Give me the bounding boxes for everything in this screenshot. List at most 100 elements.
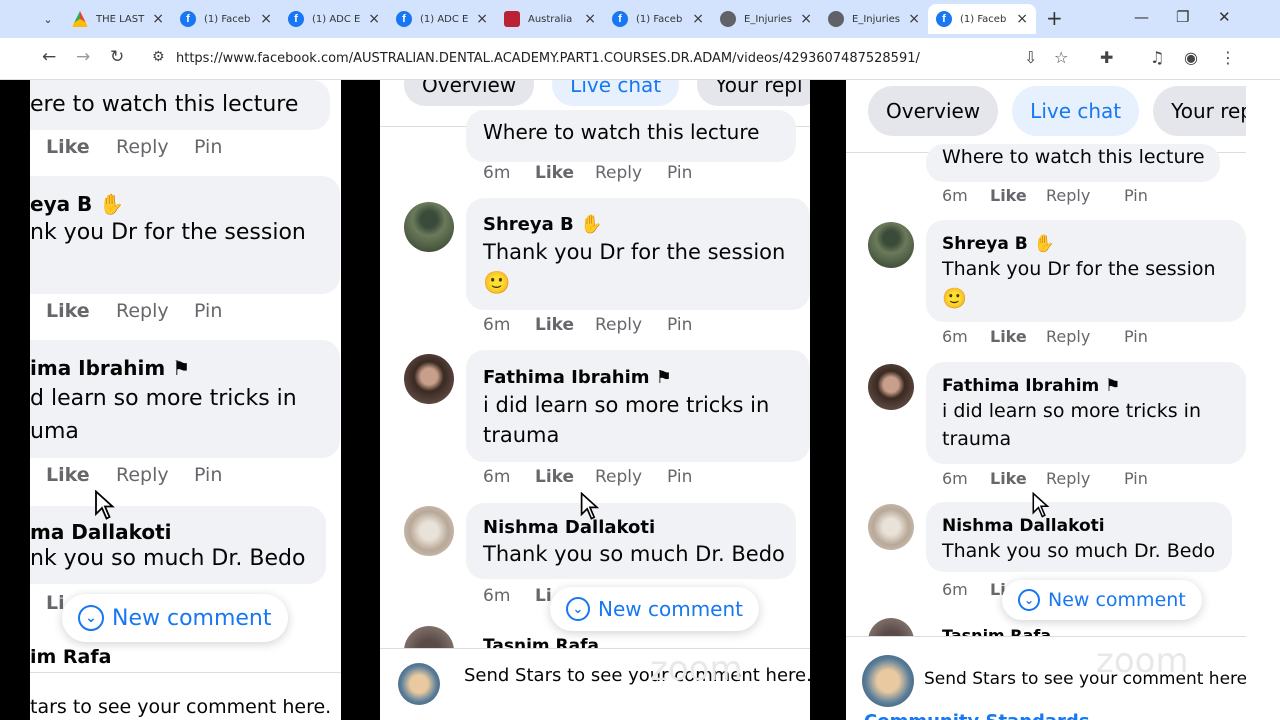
like-button[interactable]: Like <box>535 315 595 335</box>
menu-icon[interactable]: ⋮ <box>1220 48 1236 67</box>
avatar[interactable] <box>868 364 914 410</box>
new-comment-button[interactable]: ⌄ New comment <box>62 594 288 642</box>
close-tab-icon[interactable]: × <box>1016 11 1028 27</box>
browser-tab[interactable]: f (1) Faceb × <box>172 4 280 34</box>
like-button[interactable]: Like <box>990 186 1046 205</box>
close-tab-icon[interactable]: × <box>908 11 920 27</box>
close-window-icon[interactable]: ✕ <box>1218 8 1231 26</box>
wave-icon: ✋ <box>580 214 603 235</box>
commenter-name: ima Ibrahim ⚑ <box>30 356 191 380</box>
back-icon[interactable]: ← <box>42 47 56 67</box>
commenter-name: ma Dallakoti <box>30 520 172 544</box>
pin-button[interactable]: Pin <box>667 163 692 183</box>
comment-time: 6m <box>942 469 968 488</box>
community-standards-link[interactable]: Community Standards <box>864 711 1090 720</box>
new-tab-button[interactable]: + <box>1046 6 1063 30</box>
reload-icon[interactable]: ↻ <box>110 47 124 67</box>
pin-button[interactable]: Pin <box>1124 186 1148 205</box>
reply-button[interactable]: Reply <box>1046 469 1124 488</box>
reply-button[interactable]: Reply <box>116 300 194 322</box>
tab-live-chat[interactable]: Live chat <box>552 80 680 106</box>
tab-search-dropdown-icon[interactable]: ⌄ <box>37 8 59 30</box>
reply-button[interactable]: Reply <box>116 464 194 486</box>
commenter-name[interactable]: Shreya B ✋ <box>942 234 1055 254</box>
reply-button[interactable]: Reply <box>595 315 667 335</box>
profile-icon[interactable]: ◉ <box>1184 48 1198 67</box>
new-comment-button[interactable]: ⌄ New comment <box>1002 580 1202 620</box>
tab-your-replies[interactable]: Your repl <box>697 80 810 106</box>
close-tab-icon[interactable]: × <box>692 11 704 27</box>
close-tab-icon[interactable]: × <box>152 11 164 27</box>
install-app-icon[interactable]: ⇩ <box>1024 48 1037 67</box>
browser-tab[interactable]: f (1) Faceb × <box>604 4 712 34</box>
site-info-icon[interactable]: ⚙ <box>152 49 165 65</box>
like-button[interactable]: Like <box>535 163 595 183</box>
browser-tab[interactable]: E_Injuries × <box>820 4 928 34</box>
browser-tab[interactable]: E_Injuries × <box>712 4 820 34</box>
google-drive-icon <box>72 11 88 27</box>
pin-button[interactable]: Pin <box>667 467 692 487</box>
avatar[interactable] <box>404 506 454 556</box>
close-tab-icon[interactable]: × <box>260 11 272 27</box>
comment-text: ere to watch this lecture <box>30 92 299 117</box>
browser-tab[interactable]: f (1) ADC E × <box>388 4 496 34</box>
close-tab-icon[interactable]: × <box>368 11 380 27</box>
pin-button[interactable]: Pin <box>1124 327 1148 346</box>
like-button[interactable]: Like <box>46 464 116 486</box>
like-button[interactable]: Like <box>535 467 595 487</box>
like-button[interactable]: Like <box>990 327 1046 346</box>
pin-button[interactable]: Pin <box>667 315 692 335</box>
like-button[interactable]: Li <box>46 592 65 614</box>
browser-tab[interactable]: Australia × <box>496 4 604 34</box>
comment-text: trauma <box>483 423 560 447</box>
pin-button[interactable]: Pin <box>194 464 222 486</box>
browser-tab[interactable]: f (1) Faceb × <box>928 4 1036 34</box>
close-tab-icon[interactable]: × <box>476 11 488 27</box>
chat-panel-middle: Overview Live chat Your repl Where to wa… <box>380 80 810 720</box>
restore-icon[interactable]: ❐ <box>1176 8 1189 26</box>
reply-button[interactable]: Reply <box>1046 327 1124 346</box>
reply-button[interactable]: Reply <box>595 467 667 487</box>
commenter-name[interactable]: Nishma Dallakoti <box>483 517 655 538</box>
browser-tab[interactable]: THE LAST × <box>64 4 172 34</box>
forward-icon[interactable]: → <box>76 47 90 67</box>
tab-your-replies[interactable]: Your repl <box>1153 86 1246 136</box>
reply-button[interactable]: Reply <box>1046 186 1124 205</box>
like-button[interactable]: Like <box>990 469 1046 488</box>
bookmark-star-icon[interactable]: ☆ <box>1054 48 1068 67</box>
commenter-name[interactable]: Nishma Dallakoti <box>942 516 1105 536</box>
tab-overview[interactable]: Overview <box>868 86 999 136</box>
close-tab-icon[interactable]: × <box>800 11 812 27</box>
comment-actions: Like Reply Pin <box>46 464 222 486</box>
comment-actions: 6m Li <box>942 580 1006 599</box>
pin-button[interactable]: Pin <box>194 300 222 322</box>
tab-overview[interactable]: Overview <box>404 80 535 106</box>
extensions-icon[interactable]: ✚ <box>1100 48 1113 67</box>
avatar[interactable] <box>404 202 454 252</box>
avatar[interactable] <box>404 354 454 404</box>
commenter-name[interactable]: Shreya B ✋ <box>483 214 602 235</box>
pin-button[interactable]: Pin <box>194 136 222 158</box>
like-button[interactable]: Like <box>46 300 116 322</box>
commenter-name[interactable]: Fathima Ibrahim ⚑ <box>942 376 1120 396</box>
media-control-icon[interactable]: ♫ <box>1150 48 1164 67</box>
comment-text: Thank you Dr for the session <box>483 240 786 264</box>
page-edge <box>1246 80 1280 720</box>
new-comment-button[interactable]: ⌄ New comment <box>550 587 759 631</box>
facebook-icon: f <box>936 11 952 27</box>
browser-tab[interactable]: f (1) ADC E × <box>280 4 388 34</box>
browser-tab-title: (1) Faceb <box>204 13 251 25</box>
pin-button[interactable]: Pin <box>1124 469 1148 488</box>
like-button[interactable]: Like <box>46 136 116 158</box>
like-button[interactable]: Li <box>535 586 552 606</box>
reply-button[interactable]: Reply <box>116 136 194 158</box>
avatar[interactable] <box>868 222 914 268</box>
reply-button[interactable]: Reply <box>595 163 667 183</box>
tab-live-chat[interactable]: Live chat <box>1012 86 1140 136</box>
commenter-name[interactable]: Fathima Ibrahim ⚑ <box>483 367 672 388</box>
comment-time: 6m <box>942 580 968 599</box>
avatar[interactable] <box>868 504 914 550</box>
close-tab-icon[interactable]: × <box>584 11 596 27</box>
address-bar[interactable]: ⚙ https://www.facebook.com/AUSTRALIAN.DE… <box>142 43 1082 73</box>
minimize-icon[interactable]: — <box>1134 8 1149 26</box>
